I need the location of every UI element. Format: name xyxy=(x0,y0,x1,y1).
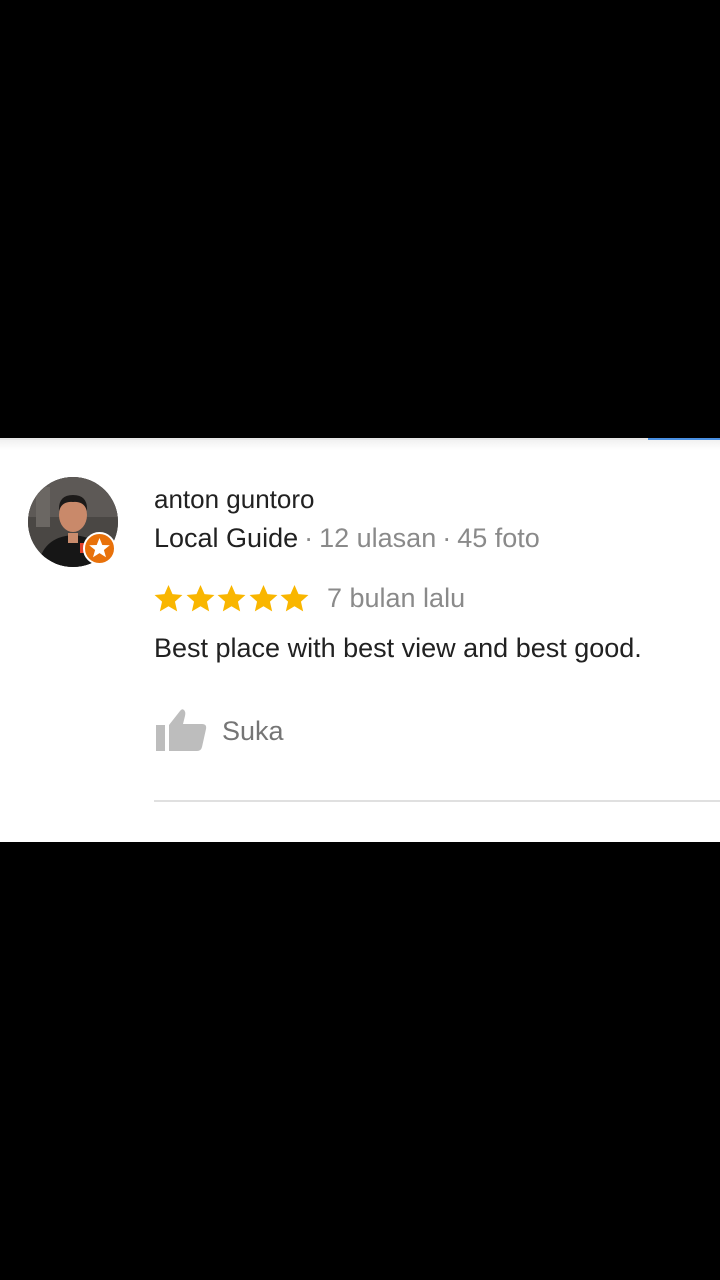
star-icon xyxy=(216,583,247,614)
card-top-shadow xyxy=(0,440,720,450)
review-count: 12 ulasan xyxy=(319,523,437,553)
star-icon xyxy=(279,583,310,614)
star-icon xyxy=(248,583,279,614)
local-guide-badge-icon xyxy=(83,532,116,565)
review-card: anton guntoro Local Guide · 12 ulasan · 45 f… xyxy=(0,438,720,842)
review-text: Best place with best view and best good. xyxy=(154,633,642,663)
screen: anton guntoro Local Guide · 12 ulasan · 45 f… xyxy=(0,0,720,1280)
rating-row: 7 bulan lalu xyxy=(153,581,465,615)
like-button[interactable]: Suka xyxy=(154,706,284,756)
review-divider xyxy=(154,800,720,802)
photo-count: 45 foto xyxy=(457,523,540,553)
meta-separator: · xyxy=(304,523,314,553)
star-icon xyxy=(153,583,184,614)
like-label: Suka xyxy=(222,715,284,746)
reviewer-avatar[interactable] xyxy=(28,477,118,567)
star-icon xyxy=(185,583,216,614)
thumbs-up-icon xyxy=(154,706,208,756)
reviewer-name[interactable]: anton guntoro xyxy=(154,484,314,515)
review-date: 7 bulan lalu xyxy=(326,582,466,613)
star-rating xyxy=(153,583,311,614)
local-guide-label: Local Guide xyxy=(154,523,299,553)
meta-separator: · xyxy=(442,523,452,553)
reviewer-meta: Local Guide · 12 ulasan · 45 foto xyxy=(154,523,540,554)
